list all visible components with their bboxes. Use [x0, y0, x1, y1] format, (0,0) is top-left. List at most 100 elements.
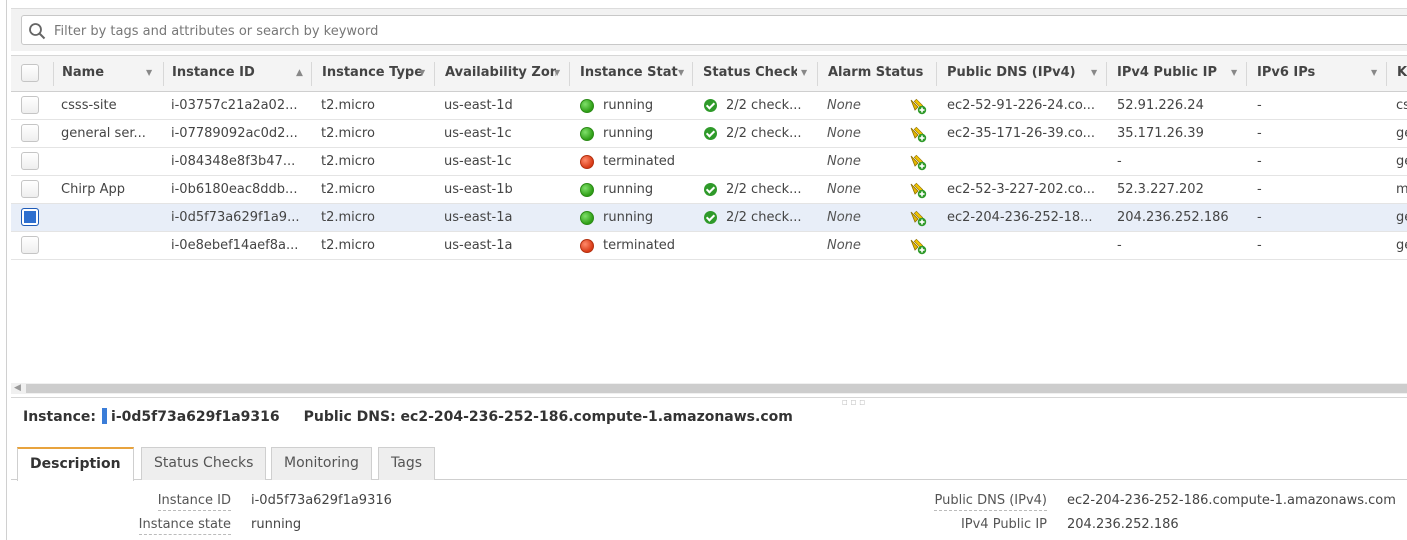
column-header-key-name[interactable]: K: [1391, 56, 1407, 92]
cell-instance-state: terminated: [603, 154, 676, 169]
select-all-checkbox[interactable]: [21, 64, 39, 82]
column-header-availability-zone[interactable]: Availability Zone: [439, 56, 556, 92]
cell-alarm-status: None: [827, 182, 861, 197]
table-row[interactable]: i-084348e8f3b47... t2.micro us-east-1c term…: [11, 148, 1407, 176]
cell-instance-id: i-0e8ebef14aef8a...: [171, 238, 299, 253]
tab-tags[interactable]: Tags: [378, 447, 435, 480]
pane-divider[interactable]: [11, 397, 1407, 398]
filter-bar: [11, 8, 1407, 51]
cell-instance-type: t2.micro: [321, 238, 375, 253]
column-header-name[interactable]: Name: [56, 56, 152, 92]
cell-status-checks: 2/2 check...: [726, 98, 802, 113]
cell-key-name: ge: [1396, 238, 1407, 253]
column-header-instance-id[interactable]: Instance ID: [166, 56, 286, 92]
sort-down-icon[interactable]: ▼: [678, 56, 684, 90]
sort-down-icon[interactable]: ▼: [1371, 56, 1377, 90]
sort-down-icon[interactable]: ▼: [146, 56, 152, 90]
row-checkbox[interactable]: [21, 180, 39, 198]
sort-up-icon[interactable]: ▲: [296, 56, 303, 90]
cell-name: general ser...: [61, 126, 146, 141]
tab-monitoring[interactable]: Monitoring: [271, 447, 372, 480]
row-checkbox[interactable]: [21, 152, 39, 170]
column-header-alarm-status[interactable]: Alarm Status: [822, 56, 932, 92]
cell-key-name: cs: [1396, 98, 1407, 113]
cell-instance-type: t2.micro: [321, 210, 375, 225]
cell-instance-state: running: [603, 126, 654, 141]
cell-instance-id: i-0d5f73a629f1a9...: [171, 210, 300, 225]
column-separator: [1106, 62, 1107, 86]
row-checkbox[interactable]: [21, 96, 39, 114]
cell-instance-id: i-084348e8f3b47...: [171, 154, 296, 169]
tab-description[interactable]: Description: [17, 447, 134, 481]
check-circle-icon: [704, 127, 717, 140]
left-border: [6, 0, 7, 540]
column-header-status-checks[interactable]: Status Checks: [697, 56, 797, 92]
cell-ipv6-ips: -: [1257, 154, 1262, 169]
cell-alarm-status: None: [827, 238, 861, 253]
cell-status-checks: 2/2 check...: [726, 182, 802, 197]
search-input[interactable]: [52, 20, 1352, 42]
field-value-instance-state: running: [251, 517, 302, 532]
table-row[interactable]: Chirp App i-0b6180eac8ddb... t2.micro us-ea…: [11, 176, 1407, 204]
column-header-public-dns[interactable]: Public DNS (IPv4): [941, 56, 1091, 92]
row-checkbox[interactable]: [21, 124, 39, 142]
cell-public-dns: ec2-52-3-227-202.co...: [947, 182, 1096, 197]
cell-ipv6-ips: -: [1257, 210, 1262, 225]
detail-public-dns: ec2-204-236-252-186.compute-1.amazonaws.…: [400, 409, 793, 425]
row-checkbox[interactable]: [21, 208, 39, 226]
cell-name: Chirp App: [61, 182, 126, 197]
cell-availability-zone: us-east-1a: [444, 238, 513, 253]
sort-down-icon[interactable]: ▼: [1231, 56, 1237, 90]
sort-down-icon[interactable]: ▼: [801, 56, 807, 90]
alarm-add-icon[interactable]: [909, 125, 927, 143]
table-row[interactable]: csss-site i-03757c21a2a02... t2.micro us-ea…: [11, 92, 1407, 120]
column-separator: [569, 62, 570, 86]
column-separator: [817, 62, 818, 86]
terminated-status-icon: [580, 155, 594, 169]
cell-instance-state: running: [603, 210, 654, 225]
alarm-add-icon[interactable]: [909, 181, 927, 199]
column-header-instance-type[interactable]: Instance Type: [316, 56, 423, 92]
check-circle-icon: [704, 99, 717, 112]
sort-down-icon[interactable]: ▼: [554, 56, 560, 90]
sort-down-icon[interactable]: ▼: [1091, 56, 1097, 90]
tab-status-checks[interactable]: Status Checks: [141, 447, 267, 480]
cell-ipv6-ips: -: [1257, 98, 1262, 113]
table-header: Name ▼ Instance ID ▲ Instance Type ▼ Ava…: [11, 55, 1407, 92]
sort-down-icon[interactable]: ▼: [419, 56, 425, 90]
cell-availability-zone: us-east-1d: [444, 98, 513, 113]
alarm-add-icon[interactable]: [909, 153, 927, 171]
column-header-instance-state[interactable]: Instance State: [574, 56, 678, 92]
table-row[interactable]: i-0d5f73a629f1a9... t2.micro us-east-1a run…: [11, 204, 1407, 232]
cell-instance-id: i-0b6180eac8ddb...: [171, 182, 298, 197]
table-row[interactable]: general ser... i-07789092ac0d2... t2.micro…: [11, 120, 1407, 148]
field-label-instance-id: Instance ID: [157, 493, 231, 511]
scroll-left-icon[interactable]: ◀: [14, 383, 21, 394]
alarm-add-icon[interactable]: [909, 97, 927, 115]
alarm-add-icon[interactable]: [909, 237, 927, 255]
cell-status-checks: 2/2 check...: [726, 210, 802, 225]
horizontal-scrollbar[interactable]: ◀: [11, 383, 1407, 394]
cell-public-dns: ec2-52-91-226-24.co...: [947, 98, 1096, 113]
running-status-icon: [580, 211, 594, 225]
alarm-add-icon[interactable]: [909, 209, 927, 227]
table-row[interactable]: i-0e8ebef14aef8a... t2.micro us-east-1a ter…: [11, 232, 1407, 260]
search-box[interactable]: [21, 15, 1407, 45]
row-checkbox[interactable]: [21, 236, 39, 254]
cell-public-dns: ec2-204-236-252-18...: [947, 210, 1093, 225]
cell-ipv6-ips: -: [1257, 182, 1262, 197]
column-separator: [311, 62, 312, 86]
cell-alarm-status: None: [827, 98, 861, 113]
scrollbar-thumb[interactable]: [26, 384, 1407, 393]
column-separator: [1246, 62, 1247, 86]
column-header-ipv4-public-ip[interactable]: IPv4 Public IP: [1111, 56, 1231, 92]
running-status-icon: [580, 183, 594, 197]
cell-instance-type: t2.micro: [321, 98, 375, 113]
column-header-ipv6-ips[interactable]: IPv6 IPs: [1251, 56, 1361, 92]
detail-instance-id: i-0d5f73a629f1a9316: [111, 409, 280, 425]
field-label-instance-state: Instance state: [138, 517, 231, 535]
cell-alarm-status: None: [827, 210, 861, 225]
resize-grip-icon[interactable]: □□□: [842, 399, 868, 406]
cell-public-dns: ec2-35-171-26-39.co...: [947, 126, 1096, 141]
field-value-ipv4-public-ip: 204.236.252.186: [1067, 517, 1179, 532]
